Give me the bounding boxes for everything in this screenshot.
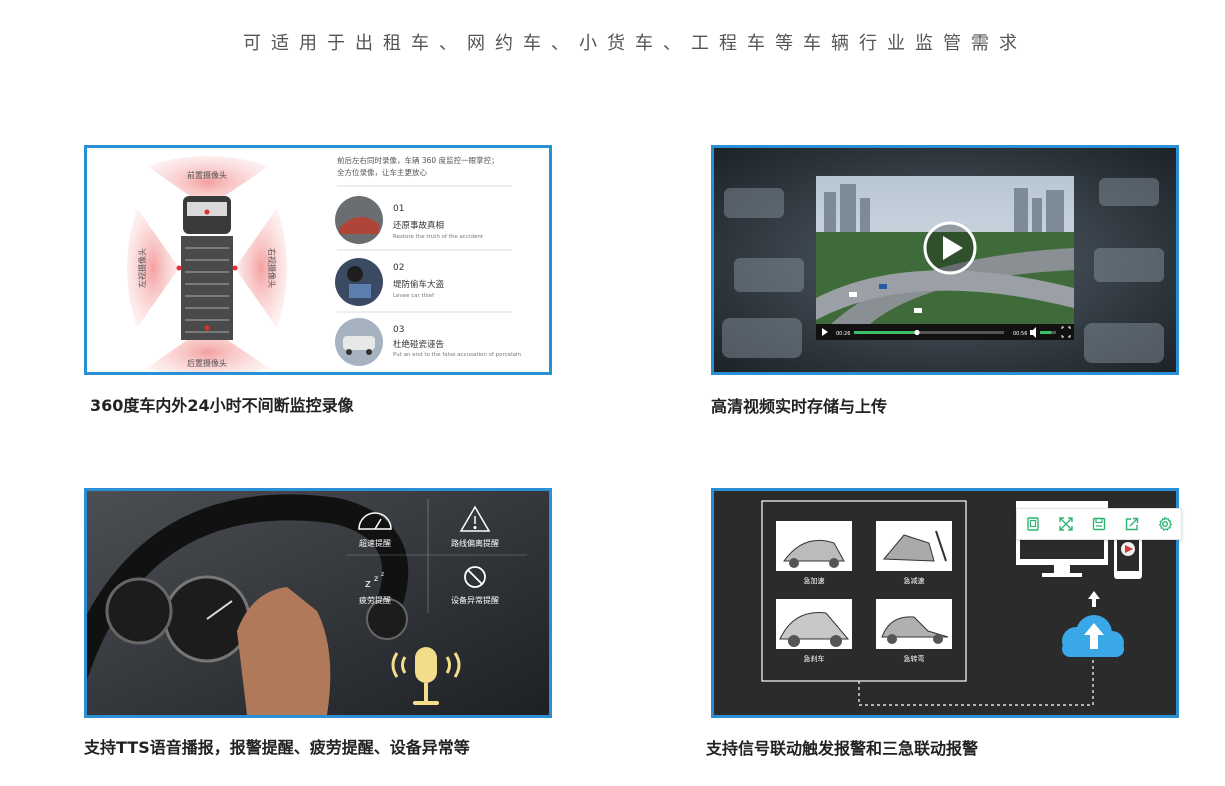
feature-card-video: 00:26 00:56 xyxy=(711,145,1179,375)
copy-button[interactable] xyxy=(1022,513,1044,535)
volume-fill xyxy=(1040,331,1052,334)
item-num: 03 xyxy=(393,325,404,335)
caption-linkage: 支持信号联动触发报警和三急联动报警 xyxy=(706,739,979,758)
svg-text:z: z xyxy=(365,577,371,590)
event-label: 急刹车 xyxy=(804,654,825,663)
svg-text:z: z xyxy=(381,571,384,578)
intro-line-1: 前后左右同时录像，车辆 360 度监控一眼掌控； xyxy=(337,155,499,165)
share-icon xyxy=(1125,517,1138,531)
event-label: 急减速 xyxy=(904,576,925,585)
feature-card-tts: 超速提醒 路线偏离提醒 z z z 疲劳提醒 设备异常提醒 xyxy=(84,488,552,718)
item-num: 02 xyxy=(393,263,404,273)
settings-icon xyxy=(1158,516,1172,532)
caption-360: 360度车内外24小时不间断监控录像 xyxy=(90,396,354,415)
camera-front-label: 前置摄像头 xyxy=(187,170,227,180)
caption-tts: 支持TTS语音播报，报警提醒、疲劳提醒、设备异常等 xyxy=(84,738,470,757)
item-subtitle: Restore the truth of the accident xyxy=(393,234,484,240)
monitoring-diagram: 前置摄像头 后置摄像头 左视摄像头 右视摄像头 前后左右同时录像，车辆 360 … xyxy=(87,148,549,372)
item-title: 杜绝碰瓷诬告 xyxy=(393,339,444,350)
item-subtitle: Levee car thief xyxy=(393,293,435,299)
item-num: 01 xyxy=(393,204,404,214)
fullscreen-button[interactable] xyxy=(1055,513,1077,535)
progress-fill xyxy=(854,331,917,334)
save-button[interactable] xyxy=(1088,513,1110,535)
copy-icon xyxy=(1027,517,1040,531)
feature-card-360: 前置摄像头 后置摄像头 左视摄像头 右视摄像头 前后左右同时录像，车辆 360 … xyxy=(84,145,552,375)
intro-line-2: 全方位录像，让车主更放心 xyxy=(337,167,427,177)
page-subtitle: 可适用于出租车、网约车、小货车、工程车等车辆行业监管需求 xyxy=(243,33,1027,54)
item-title: 堤防偷车大盗 xyxy=(393,279,445,290)
alert-label: 路线偏离提醒 xyxy=(451,538,499,548)
caption-video: 高清视频实时存储与上传 xyxy=(711,397,888,416)
alert-label: 设备异常提醒 xyxy=(451,595,499,605)
fullscreen-icon xyxy=(1059,517,1073,531)
save-icon xyxy=(1092,517,1106,531)
floating-toolbar xyxy=(1016,508,1182,540)
camera-rear-label: 后置摄像头 xyxy=(187,358,227,368)
time-current: 00:26 xyxy=(836,331,850,337)
truck-icon xyxy=(176,196,238,340)
svg-text:z: z xyxy=(374,574,378,583)
share-button[interactable] xyxy=(1121,513,1143,535)
settings-button[interactable] xyxy=(1154,513,1176,535)
video-player-scene: 00:26 00:56 xyxy=(714,148,1176,372)
item-subtitle: Put an end to the false accusation of po… xyxy=(393,352,522,358)
dashboard-scene: 超速提醒 路线偏离提醒 z z z 疲劳提醒 设备异常提醒 xyxy=(87,491,549,715)
thief-photo xyxy=(335,258,383,306)
event-label: 急转弯 xyxy=(904,654,925,663)
time-total: 00:56 xyxy=(1013,331,1027,337)
video-frame[interactable] xyxy=(816,176,1074,340)
event-label: 急加速 xyxy=(804,576,825,585)
progress-handle[interactable] xyxy=(914,329,920,336)
camera-left-label: 左视摄像头 xyxy=(137,248,147,288)
alert-label: 疲劳提醒 xyxy=(359,595,391,605)
camera-right-label: 右视摄像头 xyxy=(267,248,277,288)
alert-label: 超速提醒 xyxy=(359,538,391,548)
item-title: 还原事故真相 xyxy=(393,220,444,231)
